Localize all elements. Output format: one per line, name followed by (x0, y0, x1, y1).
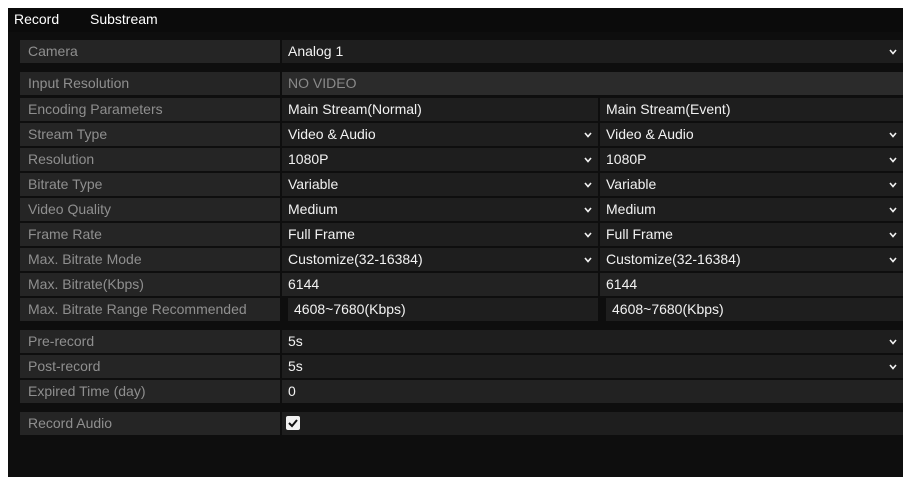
resolution-event-value: 1080P (606, 151, 647, 167)
record-audio-field (282, 412, 903, 435)
stream-type-normal-select[interactable]: Video & Audio (282, 123, 598, 146)
bitrate-type-event-select[interactable]: Variable (600, 173, 903, 196)
chevron-down-icon (887, 173, 899, 196)
camera-value: Analog 1 (288, 43, 344, 59)
chevron-down-icon (582, 223, 594, 246)
resolution-row: Resolution 1080P 1080P (20, 148, 903, 171)
max-bitrate-normal-input[interactable]: 6144 (282, 273, 598, 296)
record-audio-row: Record Audio (20, 412, 903, 435)
frame-rate-normal-value: Full Frame (288, 226, 355, 242)
expired-time-row: Expired Time (day) 0 (20, 380, 903, 403)
resolution-normal-select[interactable]: 1080P (282, 148, 598, 171)
checkmark-icon (288, 419, 298, 428)
bitrate-type-normal-select[interactable]: Variable (282, 173, 598, 196)
chevron-down-icon (887, 123, 899, 146)
stream-type-row: Stream Type Video & Audio Video & Audio (20, 123, 903, 146)
max-bitrate-range-normal-value: 4608~7680(Kbps) (288, 298, 598, 321)
record-settings-screen: Record Substream Camera Analog 1 Input R… (0, 0, 903, 477)
encoding-parameters-label: Encoding Parameters (20, 98, 280, 121)
max-bitrate-mode-normal-select[interactable]: Customize(32-16384) (282, 248, 598, 271)
pre-record-row: Pre-record 5s (20, 330, 903, 353)
post-record-row: Post-record 5s (20, 355, 903, 378)
video-quality-event-select[interactable]: Medium (600, 198, 903, 221)
max-bitrate-mode-event-value: Customize(32-16384) (606, 251, 741, 267)
camera-select[interactable]: Analog 1 (282, 40, 903, 63)
frame-rate-label: Frame Rate (20, 223, 280, 246)
record-audio-label: Record Audio (20, 412, 280, 435)
video-quality-normal-select[interactable]: Medium (282, 198, 598, 221)
video-quality-row: Video Quality Medium Medium (20, 198, 903, 221)
chevron-down-icon (887, 40, 899, 63)
chevron-down-icon (887, 248, 899, 271)
tab-record[interactable]: Record (14, 8, 60, 33)
chevron-down-icon (582, 248, 594, 271)
max-bitrate-range-label: Max. Bitrate Range Recommended (20, 298, 280, 321)
video-quality-label: Video Quality (20, 198, 280, 221)
video-quality-normal-value: Medium (288, 201, 338, 217)
frame-rate-normal-select[interactable]: Full Frame (282, 223, 598, 246)
max-bitrate-mode-normal-value: Customize(32-16384) (288, 251, 423, 267)
max-bitrate-row: Max. Bitrate(Kbps) 6144 6144 (20, 273, 903, 296)
chevron-down-icon (887, 330, 899, 353)
pre-record-label: Pre-record (20, 330, 280, 353)
max-bitrate-range-event-value: 4608~7680(Kbps) (606, 298, 903, 321)
resolution-normal-value: 1080P (288, 151, 329, 167)
max-bitrate-mode-row: Max. Bitrate Mode Customize(32-16384) Cu… (20, 248, 903, 271)
encoding-parameters-row: Encoding Parameters Main Stream(Normal) … (20, 98, 903, 121)
pre-record-select[interactable]: 5s (282, 330, 903, 353)
expired-time-label: Expired Time (day) (20, 380, 280, 403)
record-audio-checkbox[interactable] (286, 416, 300, 430)
camera-label: Camera (20, 40, 280, 63)
frame-rate-row: Frame Rate Full Frame Full Frame (20, 223, 903, 246)
chevron-down-icon (887, 355, 899, 378)
bitrate-type-normal-value: Variable (288, 176, 339, 192)
bitrate-type-row: Bitrate Type Variable Variable (20, 173, 903, 196)
chevron-down-icon (887, 148, 899, 171)
stream-type-event-select[interactable]: Video & Audio (600, 123, 903, 146)
stream-type-event-value: Video & Audio (606, 126, 694, 142)
tab-substream[interactable]: Substream (90, 8, 158, 32)
max-bitrate-event-input[interactable]: 6144 (600, 273, 903, 296)
max-bitrate-mode-event-select[interactable]: Customize(32-16384) (600, 248, 903, 271)
post-record-value: 5s (288, 358, 303, 374)
chevron-down-icon (887, 223, 899, 246)
post-record-label: Post-record (20, 355, 280, 378)
post-record-select[interactable]: 5s (282, 355, 903, 378)
tab-bar: Record Substream (8, 8, 903, 33)
video-quality-event-value: Medium (606, 201, 656, 217)
input-resolution-row: Input Resolution NO VIDEO (20, 72, 903, 95)
settings-panel: Camera Analog 1 Input Resolution NO VIDE… (8, 32, 903, 477)
frame-rate-event-value: Full Frame (606, 226, 673, 242)
resolution-label: Resolution (20, 148, 280, 171)
chevron-down-icon (582, 198, 594, 221)
input-resolution-label: Input Resolution (20, 72, 280, 95)
main-stream-normal-header: Main Stream(Normal) (282, 98, 598, 121)
bitrate-type-label: Bitrate Type (20, 173, 280, 196)
chevron-down-icon (582, 173, 594, 196)
stream-type-label: Stream Type (20, 123, 280, 146)
pre-record-value: 5s (288, 333, 303, 349)
max-bitrate-range-row: Max. Bitrate Range Recommended 4608~7680… (20, 298, 903, 321)
input-resolution-value: NO VIDEO (282, 72, 903, 95)
resolution-event-select[interactable]: 1080P (600, 148, 903, 171)
stream-type-normal-value: Video & Audio (288, 126, 376, 142)
camera-row: Camera Analog 1 (20, 40, 903, 63)
expired-time-input[interactable]: 0 (282, 380, 903, 403)
chevron-down-icon (582, 123, 594, 146)
max-bitrate-mode-label: Max. Bitrate Mode (20, 248, 280, 271)
bitrate-type-event-value: Variable (606, 176, 657, 192)
max-bitrate-label: Max. Bitrate(Kbps) (20, 273, 280, 296)
chevron-down-icon (582, 148, 594, 171)
main-stream-event-header: Main Stream(Event) (600, 98, 903, 121)
chevron-down-icon (887, 198, 899, 221)
frame-rate-event-select[interactable]: Full Frame (600, 223, 903, 246)
